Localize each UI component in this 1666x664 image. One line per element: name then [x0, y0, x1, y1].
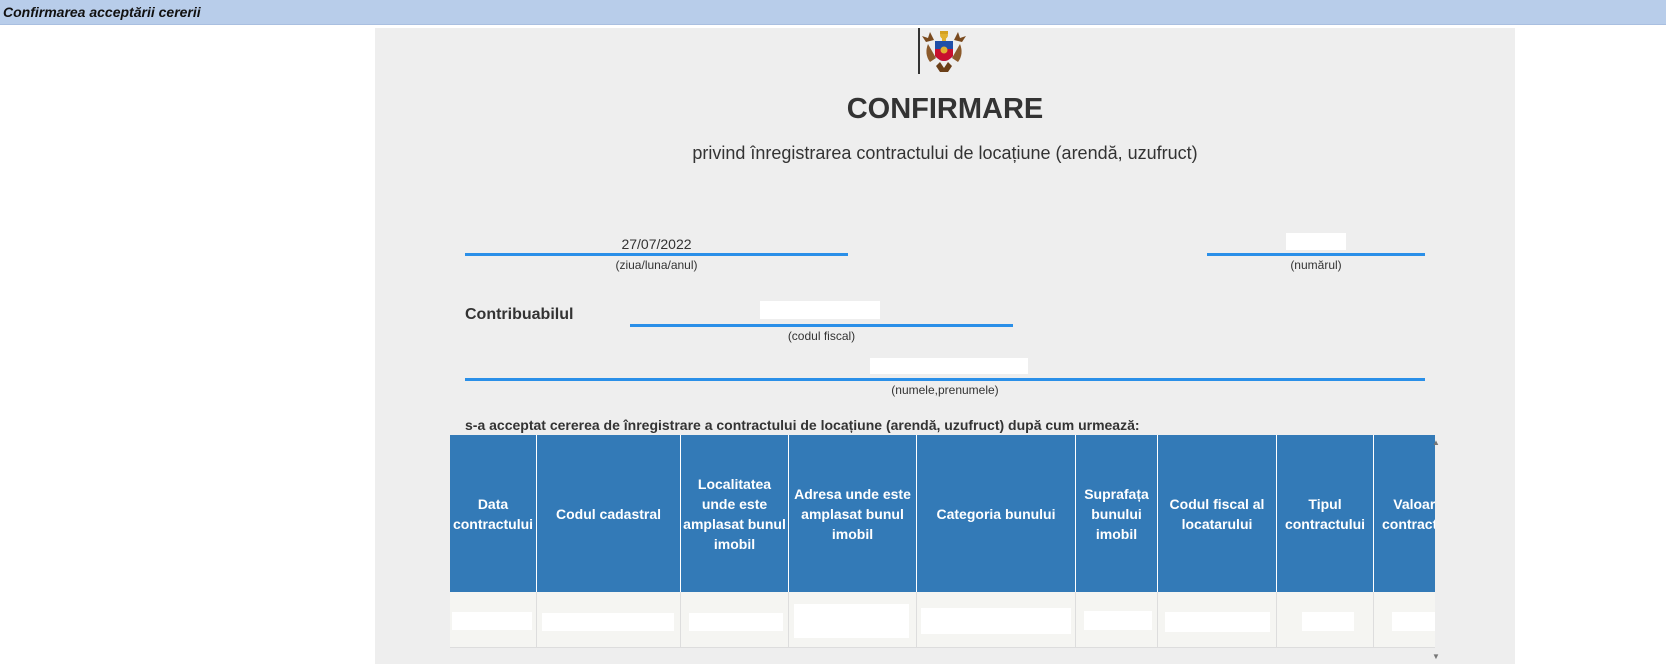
cell-contract-type-value	[1302, 612, 1354, 631]
confirmation-document: CONFIRMARE privind înregistrarea contrac…	[375, 28, 1515, 664]
fiscal-code-caption: (codul fiscal)	[787, 329, 856, 343]
date-underline	[465, 253, 848, 256]
cell-address-value	[794, 604, 909, 638]
column-header-property-category: Categoria bunului	[917, 435, 1076, 592]
cell-property-category	[917, 592, 1076, 647]
date-value: 27/07/2022	[621, 236, 692, 252]
cell-contract-date	[450, 592, 537, 647]
cell-lessee-fiscal-code-value	[1165, 612, 1270, 632]
number-caption: (numărul)	[1290, 258, 1342, 272]
date-caption: (ziua/luna/anul)	[615, 258, 698, 272]
cell-address	[789, 592, 917, 647]
window-title: Confirmarea acceptării cererii	[3, 4, 201, 20]
name-caption: (numele,prenumele)	[891, 383, 999, 397]
moldova-coat-of-arms-icon	[918, 28, 966, 74]
table-scrollbar[interactable]: ▲ ▼	[1429, 436, 1443, 664]
column-header-contract-date: Data contractului	[450, 435, 537, 592]
cell-cadastral-code	[537, 592, 681, 647]
contracts-table[interactable]: Data contractului Codul cadastral Locali…	[450, 435, 1435, 664]
number-value-box	[1286, 233, 1346, 250]
cell-area-value	[1084, 611, 1152, 630]
scroll-down-icon[interactable]: ▼	[1431, 652, 1441, 662]
column-header-locality: Localitatea unde este amplasat bunul imo…	[681, 435, 789, 592]
cell-locality-value	[689, 613, 783, 631]
cell-property-category-value	[921, 608, 1071, 634]
cell-lessee-fiscal-code	[1158, 592, 1277, 647]
column-header-contract-value: Valoarea contractului	[1374, 435, 1435, 592]
document-title: CONFIRMARE	[846, 93, 1044, 125]
column-header-area: Suprafața bunului imobil	[1076, 435, 1158, 592]
fiscal-code-underline	[630, 324, 1013, 327]
number-underline	[1207, 253, 1425, 256]
cell-contract-value	[1374, 592, 1435, 647]
name-underline	[465, 378, 1425, 381]
acceptance-statement: s-a acceptat cererea de înregistrare a c…	[465, 417, 1140, 433]
document-subtitle: privind înregistrarea contractului de lo…	[692, 143, 1198, 163]
contributor-label: Contribuabilul	[465, 306, 574, 323]
cell-contract-date-value	[452, 612, 532, 630]
scroll-up-icon[interactable]: ▲	[1431, 438, 1441, 448]
cell-cadastral-code-value	[542, 613, 674, 631]
cell-contract-type	[1277, 592, 1374, 647]
table-row	[450, 592, 1435, 648]
title-bar: Confirmarea acceptării cererii	[0, 0, 1666, 25]
column-header-address: Adresa unde este amplasat bunul imobil	[789, 435, 917, 592]
fiscal-code-value-box	[760, 301, 880, 319]
cell-locality	[681, 592, 789, 647]
cell-area	[1076, 592, 1158, 647]
column-header-cadastral-code: Codul cadastral	[537, 435, 681, 592]
column-header-lessee-fiscal-code: Codul fiscal al locatarului	[1158, 435, 1277, 592]
column-header-contract-type: Tipul contractului	[1277, 435, 1374, 592]
name-value-box	[870, 358, 1028, 374]
table-header-row: Data contractului Codul cadastral Locali…	[450, 435, 1435, 592]
